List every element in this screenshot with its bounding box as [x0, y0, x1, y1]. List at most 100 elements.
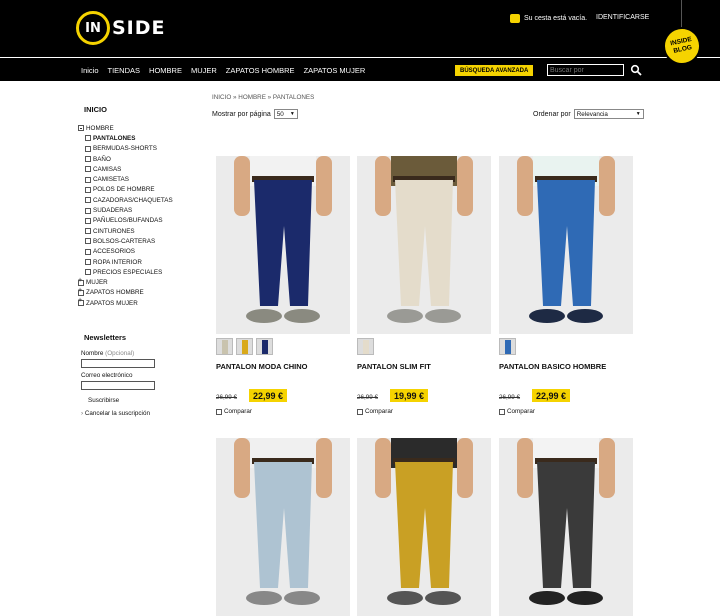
product-name[interactable]: PANTALON MODA CHINO — [216, 362, 308, 371]
product-name[interactable]: PANTALON BASICO HOMBRE — [499, 362, 606, 371]
nav-item-hombre[interactable]: HOMBRE — [149, 66, 182, 75]
collapse-icon[interactable] — [78, 125, 84, 132]
product-photo[interactable] — [499, 156, 633, 334]
subscribe-button[interactable]: Suscribirse — [88, 397, 161, 404]
logo-wordmark: SIDE — [112, 17, 166, 39]
model-figure — [216, 156, 350, 334]
product-photo[interactable] — [357, 156, 491, 334]
name-label-text: Nombre — [81, 350, 104, 357]
checkbox-icon — [85, 259, 91, 265]
chevron-down-icon: ▼ — [635, 111, 641, 117]
per-page-label: Mostrar por página — [212, 110, 271, 118]
old-price: 26,99 € — [357, 394, 379, 401]
compare-checkbox[interactable]: Comparar — [357, 408, 393, 415]
name-field[interactable] — [81, 359, 155, 368]
checkbox-icon — [85, 166, 91, 173]
cart-text: Su cesta está vacía. — [524, 15, 588, 22]
product-name[interactable]: PANTALON SLIM FIT — [357, 362, 431, 371]
checkbox-icon — [85, 156, 91, 163]
email-field[interactable] — [81, 381, 155, 390]
model-figure — [357, 438, 491, 616]
product-photo[interactable] — [216, 438, 350, 616]
per-page-control: Mostrar por página 50 ▼ — [212, 109, 298, 119]
color-thumb[interactable] — [236, 338, 253, 355]
model-figure — [499, 156, 633, 334]
cart-status[interactable]: Su cesta está vacía. — [510, 14, 587, 23]
newsletter-title: Newsletters — [84, 333, 127, 342]
sidebar-item-pantalones[interactable]: PANTALONES — [78, 133, 188, 143]
nav-item-mujer[interactable]: MUJER — [191, 66, 217, 75]
sidebar-item-accesorios[interactable]: ACCESORIOS — [78, 247, 188, 257]
checkbox-icon — [85, 135, 91, 142]
per-page-select[interactable]: 50 ▼ — [273, 109, 298, 119]
sidebar-item-camisas[interactable]: CAMISAS — [78, 164, 188, 174]
search-input[interactable] — [547, 64, 624, 76]
advanced-search-button[interactable]: BÚSQUEDA AVANZADA — [455, 65, 534, 76]
sidebar-item-cinturones[interactable]: CINTURONES — [78, 226, 188, 236]
checkbox-icon — [85, 176, 91, 183]
sidebar-item-zapatos-hombre[interactable]: ZAPATOS HOMBRE — [78, 287, 188, 298]
expand-icon[interactable] — [78, 297, 84, 307]
product-photo[interactable] — [357, 438, 491, 616]
sidebar-item-bermudas[interactable]: BERMUDAS-SHORTS — [78, 144, 188, 154]
inside-logo[interactable]: IN SIDE — [76, 11, 166, 45]
compare-label: Comparar — [224, 408, 252, 415]
breadcrumb-current: PANTALONES — [272, 94, 315, 101]
breadcrumb: INICIO » HOMBRE » PANTALONES — [212, 94, 314, 101]
sidebar-item-sudaderas[interactable]: SUDADERAS — [78, 205, 188, 215]
sidebar-item-hombre[interactable]: HOMBRE — [78, 123, 188, 133]
checkbox-icon — [85, 186, 91, 193]
product-photo[interactable] — [499, 438, 633, 616]
color-thumb[interactable] — [256, 338, 273, 355]
expand-icon[interactable] — [78, 277, 84, 286]
logo-circle: IN — [76, 11, 110, 45]
sidebar-item-precios-especiales[interactable]: PRECIOS ESPECIALES — [78, 267, 188, 277]
sidebar-home[interactable]: INICIO — [84, 105, 188, 114]
checkbox-icon — [216, 408, 222, 415]
expand-icon[interactable] — [78, 287, 84, 296]
sidebar-item-mujer[interactable]: MUJER — [78, 277, 188, 287]
sidebar-item-bano[interactable]: BAÑO — [78, 154, 188, 164]
nav-item-zapatos-mujer[interactable]: ZAPATOS MUJER — [304, 66, 366, 75]
sale-price: 22,99 € — [532, 389, 571, 402]
sidebar-item-camisetas[interactable]: CAMISETAS — [78, 174, 188, 184]
sidebar-item-ropa-interior[interactable]: ROPA INTERIOR — [78, 257, 188, 267]
color-thumbs — [357, 338, 374, 355]
color-thumb[interactable] — [216, 338, 233, 355]
sidebar-item-panuelos[interactable]: PAÑUELOS/BUFANDAS — [78, 216, 188, 226]
nav-item-zapatos-hombre[interactable]: ZAPATOS HOMBRE — [226, 66, 295, 75]
model-figure — [357, 156, 491, 334]
category-sidebar: INICIO HOMBRE PANTALONES BERMUDAS-SHORTS… — [78, 104, 188, 308]
sidebar-item-cazadoras[interactable]: CAZADORAS/CHAQUETAS — [78, 195, 188, 205]
sort-label: Ordenar por — [533, 110, 571, 118]
search-icon[interactable] — [630, 64, 642, 76]
checkbox-icon — [85, 238, 91, 245]
blog-tag-string — [681, 0, 682, 30]
breadcrumb-hombre[interactable]: HOMBRE — [238, 94, 266, 101]
product-photo[interactable] — [216, 156, 350, 334]
compare-checkbox[interactable]: Comparar — [499, 408, 535, 415]
color-thumb[interactable] — [499, 338, 516, 355]
checkbox-icon — [357, 408, 363, 415]
sidebar-item-zapatos-mujer[interactable]: ZAPATOS MUJER — [78, 297, 188, 308]
nav-item-tiendas[interactable]: TIENDAS — [108, 66, 141, 75]
chevron-down-icon: ▼ — [289, 111, 295, 117]
name-label: Nombre (Opcional) — [81, 350, 161, 357]
nav-item-inicio[interactable]: Inicio — [81, 66, 99, 75]
sort-control: Ordenar por Relevancia ▼ — [533, 109, 644, 119]
compare-checkbox[interactable]: Comparar — [216, 408, 252, 415]
unsubscribe-text: Cancelar la suscripción — [84, 410, 150, 417]
sale-price: 19,99 € — [390, 389, 429, 402]
color-thumbs — [216, 338, 273, 355]
checkbox-icon — [85, 217, 91, 224]
sort-select[interactable]: Relevancia ▼ — [573, 109, 644, 119]
checkbox-icon — [85, 269, 91, 276]
checkbox-icon — [85, 207, 91, 214]
unsubscribe-link[interactable]: › Cancelar la suscripción — [81, 410, 161, 417]
breadcrumb-home[interactable]: INICIO — [212, 94, 231, 101]
login-link[interactable]: IDENTIFICARSE — [596, 14, 649, 21]
sidebar-item-polos[interactable]: POLOS DE HOMBRE — [78, 185, 188, 195]
model-figure — [216, 438, 350, 616]
sidebar-item-bolsos[interactable]: BOLSOS-CARTERAS — [78, 236, 188, 246]
color-thumb[interactable] — [357, 338, 374, 355]
